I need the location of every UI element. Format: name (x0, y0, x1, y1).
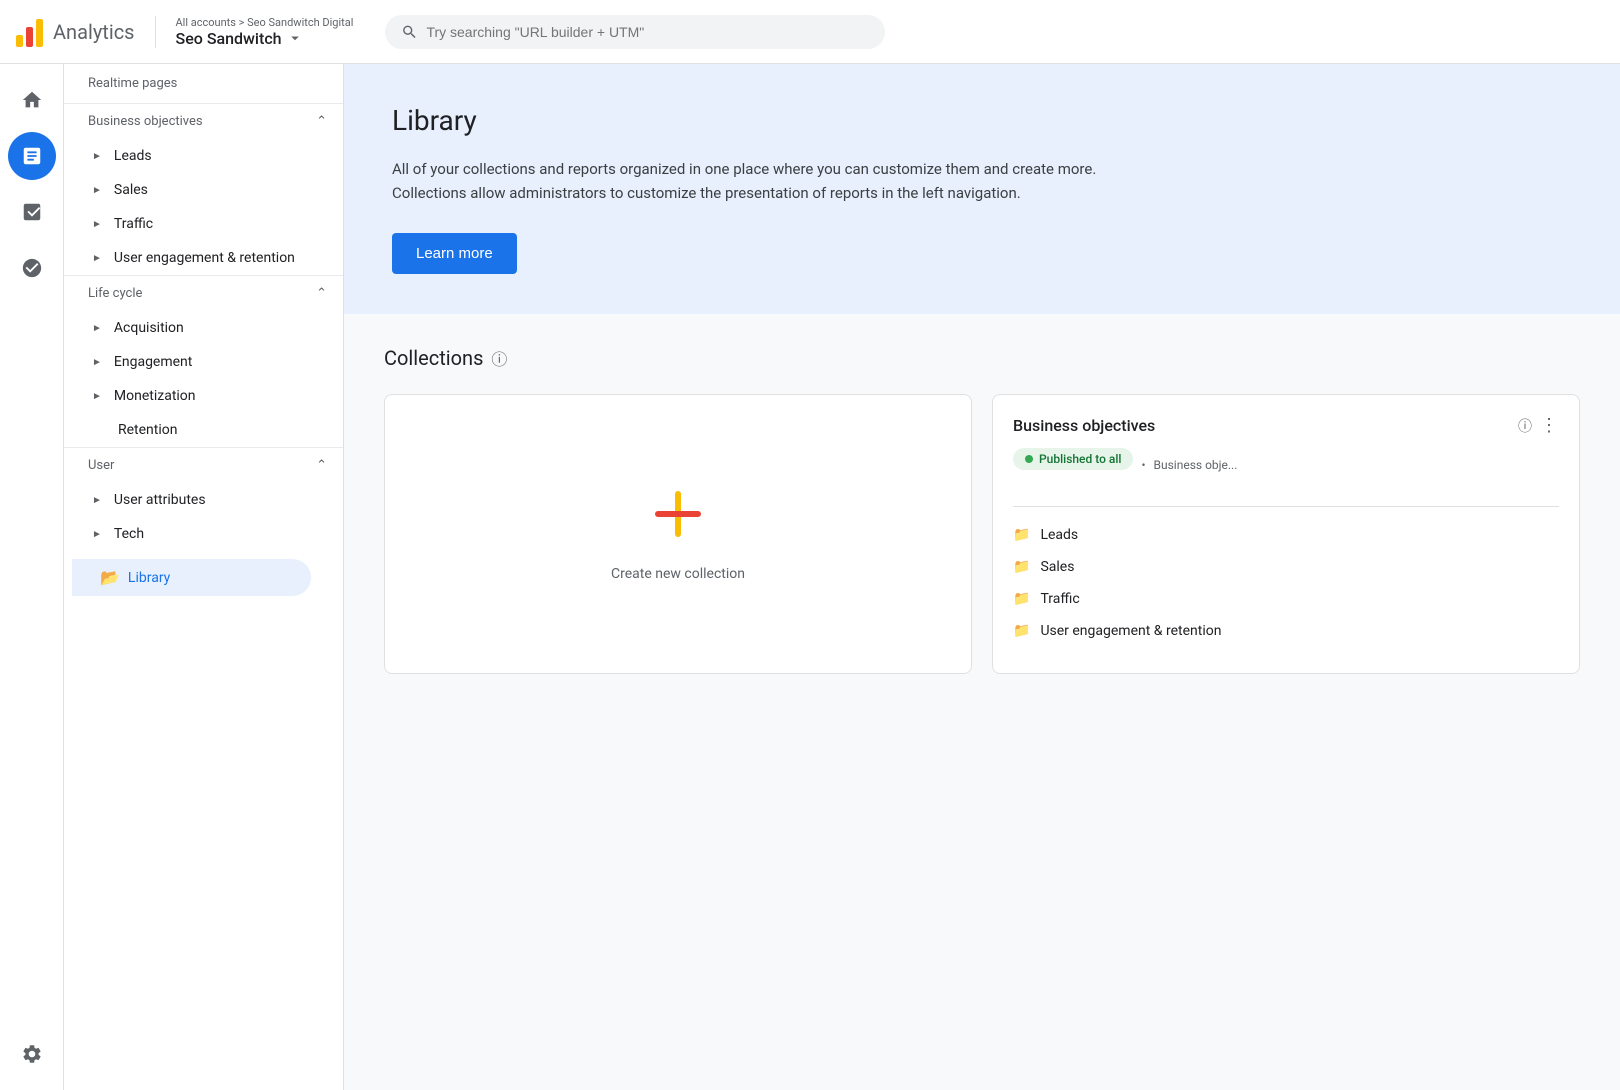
sidebar-item-settings[interactable] (8, 1030, 56, 1078)
nav-item-tech[interactable]: ► Tech (64, 517, 343, 551)
list-item[interactable]: 📁 Leads (1013, 519, 1559, 551)
account-selector[interactable]: All accounts > Seo Sandwitch Digital Seo… (176, 16, 354, 48)
bo-badge-subtitle: • (1141, 458, 1145, 472)
library-hero: Library All of your collections and repo… (344, 64, 1620, 314)
collapse-icon: ⌃ (316, 458, 327, 473)
reports-icon (21, 145, 43, 167)
nav-item-library[interactable]: 📂 Library (72, 559, 311, 596)
chevron-right-icon: ► (92, 357, 102, 368)
collections-info-icon[interactable]: ⓘ (491, 346, 507, 370)
search-icon (401, 23, 418, 41)
sidebar-item-insights[interactable] (8, 188, 56, 236)
chevron-right-icon: ► (92, 495, 102, 506)
collapse-icon: ⌃ (316, 114, 327, 129)
create-collection-label: Create new collection (611, 566, 745, 582)
nav-item-engagement[interactable]: ► Engagement (64, 345, 343, 379)
app-layout: Realtime pages Business objectives ⌃ ► L… (0, 64, 1620, 1090)
main-content: Library All of your collections and repo… (344, 64, 1620, 1090)
library-description: All of your collections and reports orga… (392, 157, 1152, 205)
published-badge: Published to all (1013, 448, 1133, 470)
header: Analytics All accounts > Seo Sandwitch D… (0, 0, 1620, 64)
nav-item-monetization[interactable]: ► Monetization (64, 379, 343, 413)
business-objectives-card: Business objectives ⓘ ⋮ Published to all… (992, 394, 1580, 674)
chevron-right-icon: ► (92, 253, 102, 264)
search-bar[interactable] (385, 15, 885, 49)
home-icon (21, 89, 43, 111)
chevron-right-icon: ► (92, 219, 102, 230)
create-collection-card[interactable]: Create new collection (384, 394, 972, 674)
chevron-right-icon: ► (92, 185, 102, 196)
folder-icon: 📁 (1013, 623, 1030, 639)
bo-info-icon[interactable]: ⓘ (1518, 416, 1532, 436)
bo-card-actions: ⓘ ⋮ (1518, 415, 1559, 436)
chevron-down-icon (286, 29, 304, 47)
nav-item-sales[interactable]: ► Sales (64, 173, 343, 207)
settings-icon (21, 1043, 43, 1065)
section-user: User ⌃ ► User attributes ► Tech (64, 447, 343, 551)
chevron-right-icon: ► (92, 151, 102, 162)
nav-item-traffic[interactable]: ► Traffic (64, 207, 343, 241)
insights-icon (21, 201, 43, 223)
collections-grid: Create new collection Business objective… (384, 394, 1580, 674)
sidebar-item-reports[interactable] (8, 132, 56, 180)
section-header-business-objectives[interactable]: Business objectives ⌃ (64, 103, 343, 139)
nav-item-leads[interactable]: ► Leads (64, 139, 343, 173)
bo-subtitle-text: Business obje... (1154, 458, 1238, 472)
analytics-logo-icon (16, 17, 43, 47)
collections-header: Collections ⓘ (384, 346, 1580, 370)
chevron-right-icon: ► (92, 529, 102, 540)
breadcrumb: All accounts > Seo Sandwitch Digital (176, 16, 354, 29)
realtime-pages-link[interactable]: Realtime pages (64, 64, 343, 103)
nav-item-user-engagement[interactable]: ► User engagement & retention (64, 241, 343, 275)
advertising-icon (21, 257, 43, 279)
list-item[interactable]: 📁 Traffic (1013, 583, 1559, 615)
bo-separator (1013, 506, 1559, 507)
account-name[interactable]: Seo Sandwitch (176, 29, 354, 48)
folder-icon: 📁 (1013, 591, 1030, 607)
app-title: Analytics (53, 20, 135, 44)
learn-more-button[interactable]: Learn more (392, 233, 517, 274)
left-nav: Realtime pages Business objectives ⌃ ► L… (64, 64, 344, 1090)
bo-card-header: Business objectives ⓘ ⋮ (1013, 415, 1559, 436)
search-input[interactable] (426, 24, 869, 40)
collections-title: Collections (384, 346, 483, 370)
list-item[interactable]: 📁 User engagement & retention (1013, 615, 1559, 647)
library-title: Library (392, 104, 1572, 137)
bo-card-title: Business objectives (1013, 416, 1155, 435)
list-item[interactable]: 📁 Sales (1013, 551, 1559, 583)
nav-item-retention[interactable]: Retention (64, 413, 343, 447)
chevron-right-icon: ► (92, 323, 102, 334)
section-life-cycle: Life cycle ⌃ ► Acquisition ► Engagement … (64, 275, 343, 447)
nav-item-user-attributes[interactable]: ► User attributes (64, 483, 343, 517)
bo-more-icon[interactable]: ⋮ (1540, 415, 1559, 436)
section-header-life-cycle[interactable]: Life cycle ⌃ (64, 275, 343, 311)
app-logo: Analytics (16, 17, 135, 47)
badge-dot (1025, 455, 1033, 463)
folder-icon: 📁 (1013, 527, 1030, 543)
section-business-objectives: Business objectives ⌃ ► Leads ► Sales ► … (64, 103, 343, 275)
chevron-right-icon: ► (92, 391, 102, 402)
folder-icon: 📁 (1013, 559, 1030, 575)
section-header-user[interactable]: User ⌃ (64, 447, 343, 483)
header-divider (155, 16, 156, 48)
nav-item-acquisition[interactable]: ► Acquisition (64, 311, 343, 345)
icon-sidebar (0, 64, 64, 1090)
plus-icon (650, 486, 706, 550)
collapse-icon: ⌃ (316, 286, 327, 301)
sidebar-item-home[interactable] (8, 76, 56, 124)
folder-open-icon: 📂 (100, 568, 120, 587)
sidebar-item-advertising[interactable] (8, 244, 56, 292)
collections-section: Collections ⓘ Create new collection (344, 314, 1620, 706)
